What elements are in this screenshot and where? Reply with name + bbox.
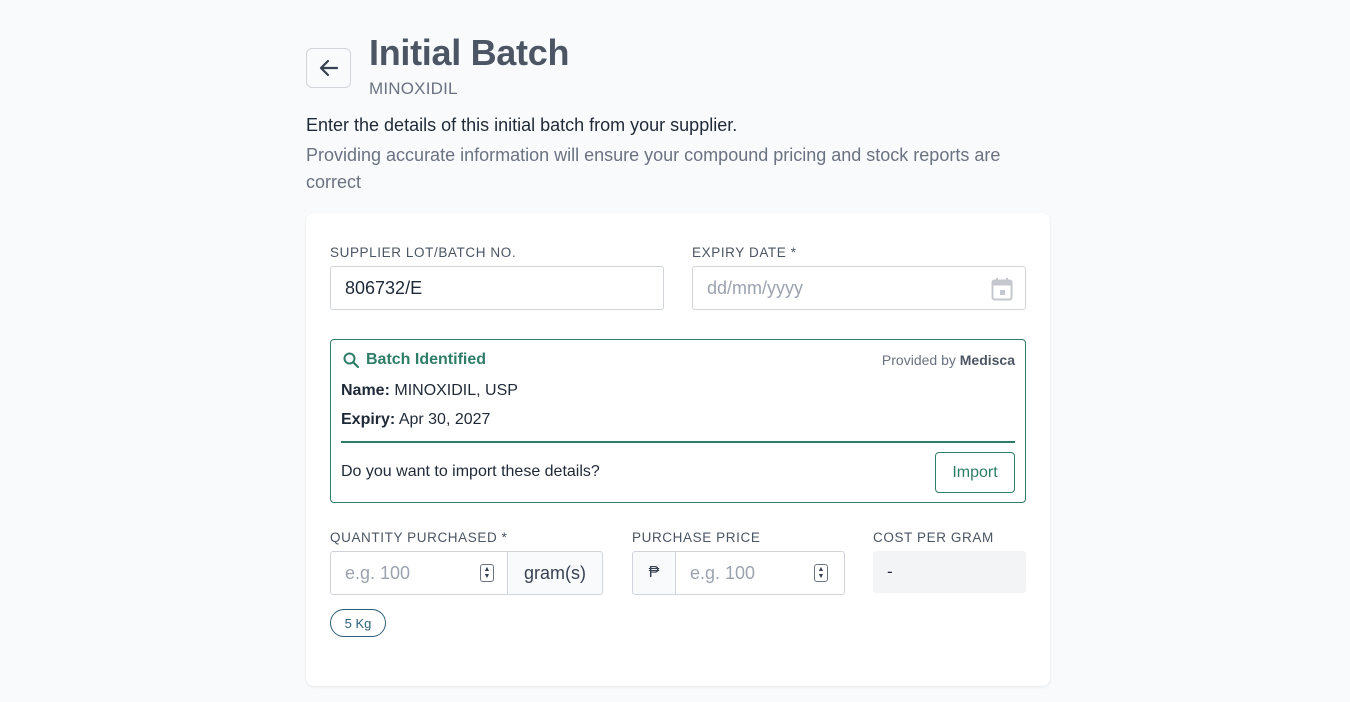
currency-symbol: ₱ — [632, 551, 676, 595]
back-button[interactable] — [306, 48, 351, 88]
batch-name-row: Name: MINOXIDIL, USP — [341, 382, 518, 400]
batch-expiry-label: Expiry: — [341, 411, 396, 428]
quantity-placeholder: e.g. 100 — [345, 562, 411, 583]
expiry-placeholder: dd/mm/yyyy — [707, 277, 804, 298]
intro-subtext: Providing accurate information will ensu… — [306, 145, 1001, 192]
provider-name: Medisca — [959, 352, 1015, 368]
calendar-icon[interactable] — [991, 277, 1013, 301]
lot-input[interactable]: 806732/E — [330, 266, 664, 310]
batch-divider — [341, 441, 1015, 443]
provided-by: Provided by Medisca — [882, 352, 1015, 368]
price-input[interactable]: e.g. 100 ▲ ▼ — [675, 551, 845, 595]
batch-name-label: Name: — [341, 382, 390, 399]
provided-by-text: Provided by — [881, 352, 956, 368]
batch-name-value: MINOXIDIL, USP — [394, 382, 518, 399]
quantity-label: QUANTITY PURCHASED * — [330, 530, 508, 545]
quantity-unit: gram(s) — [507, 551, 603, 595]
quantity-stepper-icon[interactable]: ▲ ▼ — [480, 564, 494, 582]
arrow-left-icon — [319, 59, 338, 77]
price-stepper-icon[interactable]: ▲ ▼ — [814, 564, 828, 582]
price-placeholder: e.g. 100 — [690, 562, 756, 583]
batch-identified-panel: Batch Identified Provided by Medisca Nam… — [330, 339, 1026, 503]
page-title: Initial Batch — [369, 32, 570, 73]
batch-identified-heading: Batch Identified — [343, 351, 486, 369]
batch-form-card: SUPPLIER LOT/BATCH NO. 806732/E EXPIRY D… — [306, 213, 1050, 686]
expiry-label: EXPIRY DATE * — [692, 245, 797, 260]
cost-label: COST PER GRAM — [873, 530, 994, 545]
import-button[interactable]: Import — [935, 452, 1015, 493]
price-label: PURCHASE PRICE — [632, 530, 761, 545]
expiry-date-input[interactable]: dd/mm/yyyy — [692, 266, 1026, 310]
search-icon — [343, 352, 359, 368]
quantity-input[interactable]: e.g. 100 ▲ ▼ — [330, 551, 508, 595]
cost-per-gram-value: - — [873, 551, 1026, 593]
lot-label: SUPPLIER LOT/BATCH NO. — [330, 245, 517, 260]
lot-value: 806732/E — [345, 277, 423, 298]
import-question: Do you want to import these details? — [341, 463, 600, 480]
intro-text: Enter the details of this initial batch … — [306, 115, 738, 135]
quantity-chip[interactable]: 5 Kg — [330, 609, 386, 637]
page-subtitle: MINOXIDIL — [369, 79, 458, 98]
batch-expiry-value: Apr 30, 2027 — [398, 411, 491, 428]
batch-heading-text: Batch Identified — [366, 351, 487, 368]
batch-expiry-row: Expiry: Apr 30, 2027 — [341, 411, 490, 429]
